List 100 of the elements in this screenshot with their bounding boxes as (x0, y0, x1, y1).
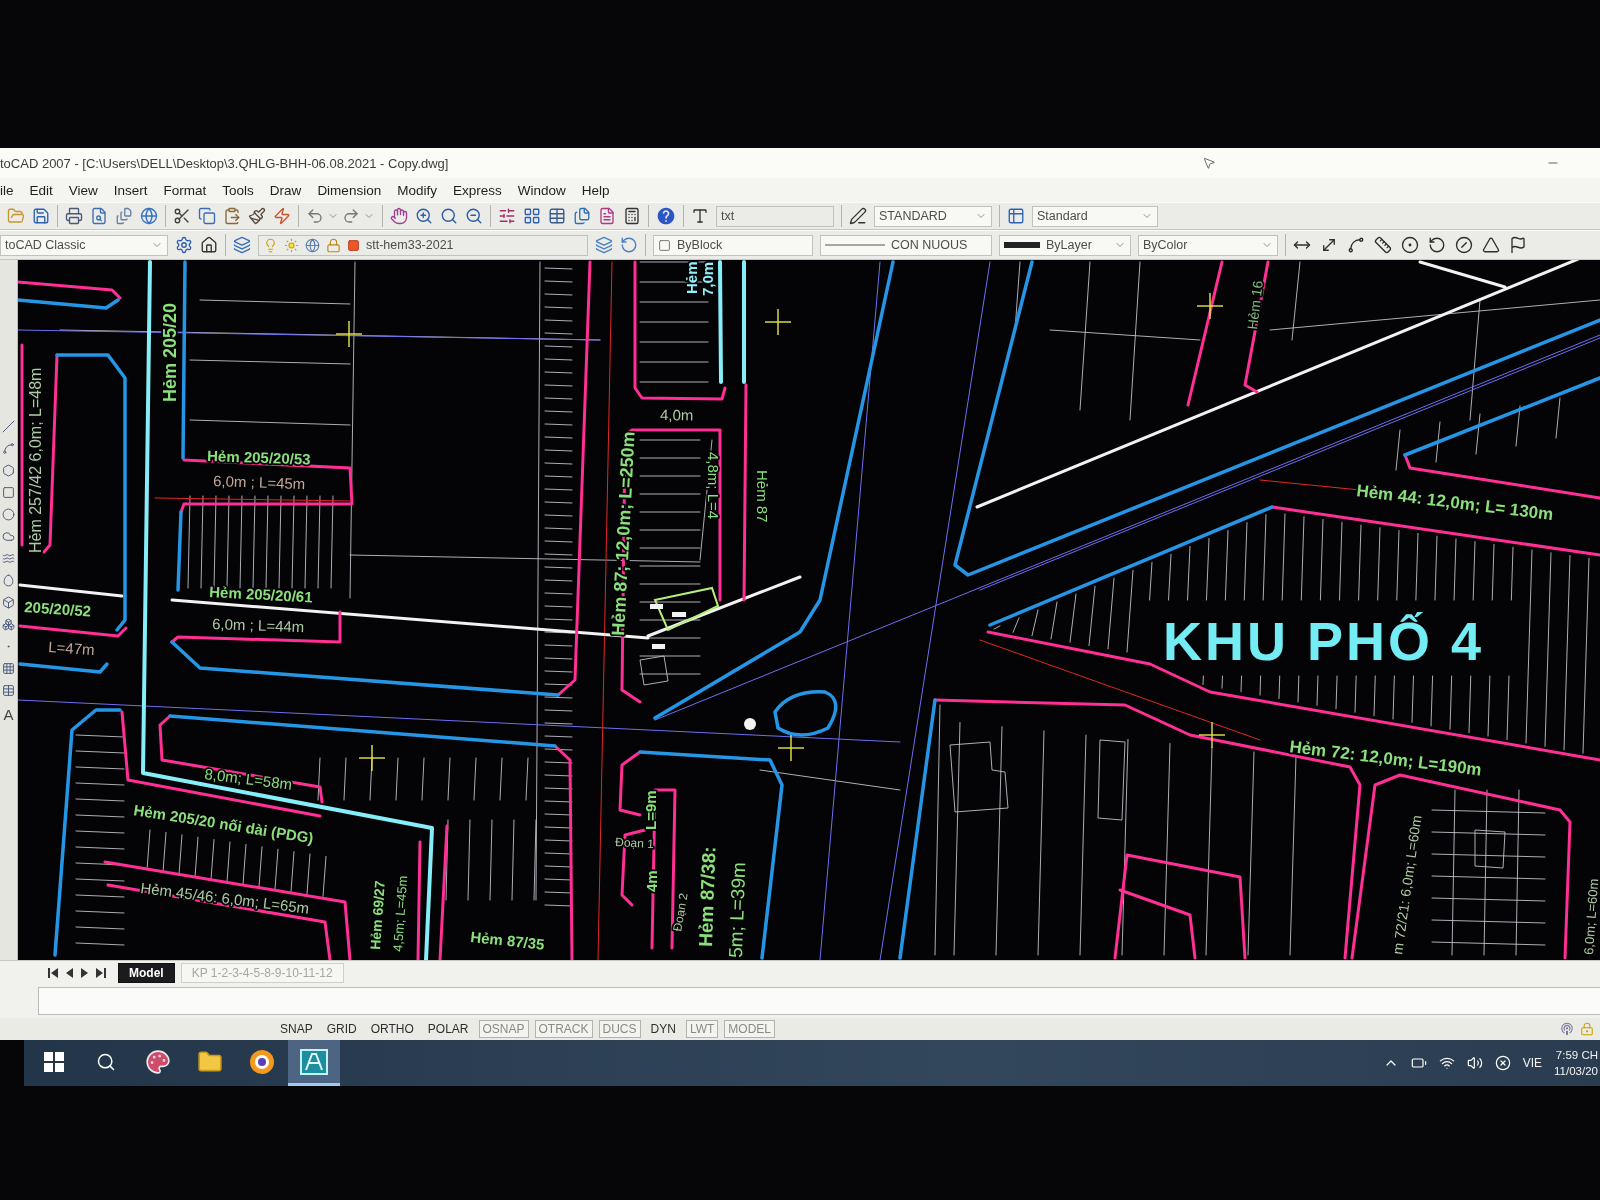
circle-slash-icon[interactable] (1455, 236, 1473, 254)
layers-icon[interactable] (233, 236, 251, 254)
gear-icon[interactable] (175, 236, 193, 254)
status-toggle-button[interactable]: SNAP (276, 1020, 317, 1038)
layers-icon[interactable] (595, 236, 613, 254)
dimension-style-dropdown[interactable]: STANDARD (874, 205, 992, 227)
circle-dot-icon[interactable] (1401, 236, 1419, 254)
flag-icon[interactable] (1509, 236, 1527, 254)
zoom-out-icon[interactable] (465, 207, 483, 225)
printer-icon[interactable] (65, 207, 83, 225)
next-icon[interactable] (80, 967, 90, 978)
drawing-canvas[interactable] (18, 260, 1600, 960)
status-toggle-button[interactable]: ORTHO (366, 1020, 418, 1038)
globe-icon[interactable] (305, 237, 320, 253)
lineweight-dropdown[interactable]: ByLayer (999, 234, 1131, 256)
text-style-dropdown[interactable]: txt (716, 205, 834, 227)
taskbar-app-button[interactable] (288, 1040, 340, 1086)
file-search-icon[interactable] (90, 207, 108, 225)
table-style-dropdown[interactable]: Standard (1032, 205, 1158, 227)
first-page-icon[interactable] (48, 967, 58, 978)
paintbrush-icon[interactable] (248, 207, 266, 225)
command-line-field[interactable] (38, 987, 1600, 1015)
globe-icon[interactable] (140, 207, 158, 225)
grid-icon[interactable] (2, 662, 15, 675)
circle-icon[interactable] (2, 508, 15, 521)
rotate-arrow-icon[interactable] (1428, 236, 1446, 254)
grid-icon[interactable] (523, 207, 541, 225)
ruler-icon[interactable] (1374, 236, 1392, 254)
files-icon[interactable] (573, 207, 591, 225)
table-icon[interactable] (548, 207, 566, 225)
x-circle-icon[interactable] (1494, 1055, 1511, 1071)
clock[interactable]: 7:59 CH 11/03/20 (1554, 1047, 1598, 1079)
document-icon[interactable] (598, 207, 616, 225)
hexagon-icon[interactable] (2, 464, 15, 477)
house-icon[interactable] (200, 236, 218, 254)
color-swatch-icon[interactable] (658, 238, 671, 252)
wifi-icon[interactable] (1438, 1055, 1455, 1071)
hand-icon[interactable] (390, 207, 408, 225)
curve-icon[interactable] (1347, 236, 1365, 254)
calculator-icon[interactable] (623, 207, 641, 225)
antenna-icon[interactable] (1560, 1022, 1574, 1036)
browser-logo-icon[interactable] (249, 1048, 275, 1075)
copy-icon[interactable] (198, 207, 216, 225)
square-icon[interactable] (2, 486, 15, 499)
menu-item[interactable]: Insert (105, 179, 156, 201)
workspace-dropdown[interactable]: toCAD Classic (0, 234, 168, 256)
menu-item[interactable]: Help (573, 179, 618, 201)
volume-icon[interactable] (1466, 1055, 1483, 1071)
status-toggle-button[interactable]: POLAR (423, 1020, 473, 1038)
lightning-icon[interactable] (273, 207, 291, 225)
parcel-line (1278, 675, 1281, 699)
redo-icon[interactable] (342, 207, 360, 225)
status-toggle-button[interactable]: GRID (322, 1020, 361, 1038)
help-icon[interactable] (656, 206, 676, 226)
menu-item[interactable]: Window (509, 179, 574, 201)
sliders-icon[interactable] (498, 207, 516, 225)
text-tool-button[interactable]: A (3, 706, 14, 724)
menu-item[interactable]: Dimension (309, 179, 390, 201)
line-icon[interactable] (2, 420, 15, 433)
last-page-icon[interactable] (96, 967, 106, 978)
lock-icon[interactable] (326, 237, 341, 253)
parcel-line (639, 655, 701, 657)
triangle-icon[interactable] (1482, 236, 1500, 254)
color-swatch-icon[interactable] (347, 238, 360, 252)
cubes-icon[interactable] (2, 618, 15, 631)
text-icon[interactable] (691, 207, 709, 225)
battery-icon[interactable] (1410, 1055, 1427, 1071)
menu-item[interactable]: ile (0, 179, 22, 201)
file-stack-icon[interactable] (115, 207, 133, 225)
language-indicator[interactable]: VIE (1522, 1056, 1543, 1070)
wave-icon[interactable] (2, 552, 15, 565)
cloud-icon[interactable] (2, 530, 15, 543)
linetype-dropdown[interactable]: CON NUOUS (820, 234, 992, 256)
status-toggle-button[interactable]: DYN (646, 1020, 680, 1038)
undo-icon[interactable] (306, 207, 324, 225)
table-icon[interactable] (1007, 207, 1025, 225)
color-dropdown[interactable]: ByBlock (653, 234, 813, 256)
zoom-in-icon[interactable] (415, 207, 433, 225)
menu-item[interactable]: Tools (214, 179, 262, 201)
cube-icon[interactable] (2, 596, 15, 609)
menu-item[interactable]: Express (444, 179, 510, 201)
layout-tab[interactable]: Model (118, 962, 175, 983)
parcel-line (1335, 675, 1338, 710)
cad-app-icon[interactable] (300, 1048, 328, 1075)
menu-item[interactable]: View (60, 179, 106, 201)
palette-icon[interactable] (145, 1048, 171, 1075)
search-icon[interactable] (440, 207, 458, 225)
layer-dropdown[interactable]: stt-hem33-2021 (258, 234, 588, 256)
plot-style-dropdown[interactable]: ByColor (1138, 234, 1278, 256)
menu-item[interactable]: Edit (21, 179, 61, 201)
table-icon[interactable] (2, 684, 15, 697)
menu-item[interactable]: Modify (389, 179, 445, 201)
scissors-icon[interactable] (173, 207, 191, 225)
pen-icon[interactable] (849, 207, 867, 225)
menu-item[interactable]: Draw (261, 179, 310, 201)
diagonal-arrow-icon[interactable] (1320, 236, 1338, 254)
menu-item[interactable]: Format (155, 179, 215, 201)
previous-icon[interactable] (64, 967, 74, 978)
parcel-line (544, 878, 573, 881)
clipboard-icon[interactable] (223, 207, 241, 225)
